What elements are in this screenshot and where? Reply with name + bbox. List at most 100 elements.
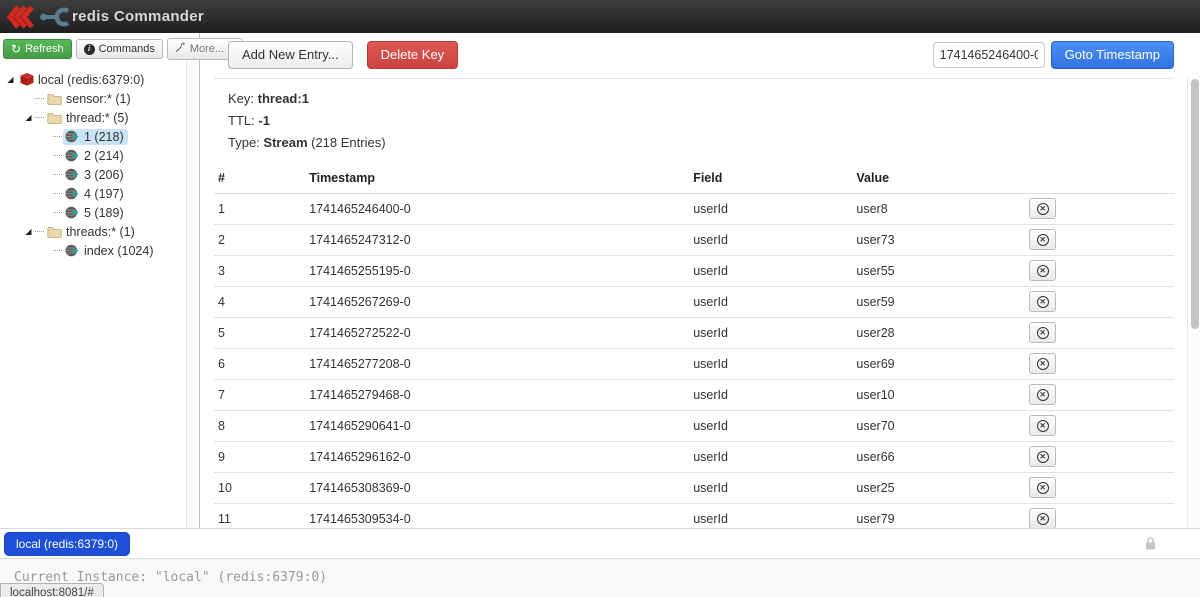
delete-entry-button[interactable]: ✕: [1029, 229, 1056, 250]
tree-node[interactable]: 5 (189): [63, 205, 128, 221]
delete-entry-button[interactable]: ✕: [1029, 415, 1056, 436]
ttl-line: TTL: -1: [228, 113, 1174, 128]
delete-entry-button[interactable]: ✕: [1029, 477, 1056, 498]
entry-number: 3: [214, 255, 305, 286]
tree-item[interactable]: ◢ threads:* (1): [2, 222, 197, 241]
tree-item[interactable]: 3 (206): [2, 165, 197, 184]
ttl-value: -1: [258, 113, 270, 128]
tree-node[interactable]: 2 (214): [63, 148, 128, 164]
entry-timestamp: 1741465309534-0: [305, 503, 689, 528]
entry-value: user10: [852, 379, 1025, 410]
tree-item[interactable]: index (1024): [2, 241, 197, 260]
delete-entry-button[interactable]: ✕: [1029, 198, 1056, 219]
instance-button[interactable]: local (redis:6379:0): [4, 532, 130, 556]
commands-label: Commands: [99, 43, 155, 55]
tree-item-label: index (1024): [84, 244, 154, 258]
stream-icon: [65, 244, 80, 257]
column-header-actions: [1025, 165, 1174, 194]
circle-x-icon: ✕: [1037, 358, 1049, 370]
tree-node[interactable]: local (redis:6379:0): [17, 72, 148, 88]
tree-item[interactable]: sensor:* (1): [2, 89, 197, 108]
stream-icon: [65, 149, 80, 162]
app-body: ↻ Refresh i Commands More... ▾ ◢local (r…: [0, 33, 1200, 528]
column-header: Field: [689, 165, 852, 194]
entry-field: userId: [689, 348, 852, 379]
tree-item[interactable]: 1 (218): [2, 127, 197, 146]
entry-actions: ✕: [1025, 472, 1174, 503]
goto-timestamp-button[interactable]: Goto Timestamp: [1051, 41, 1174, 69]
refresh-button[interactable]: ↻ Refresh: [3, 39, 72, 59]
entry-value: user25: [852, 472, 1025, 503]
tree-item[interactable]: ◢local (redis:6379:0): [2, 70, 197, 89]
tree-node[interactable]: threads:* (1): [45, 224, 139, 240]
delete-key-button[interactable]: Delete Key: [367, 41, 459, 69]
tree-expander-icon[interactable]: ◢: [22, 227, 35, 236]
type-label: Type:: [228, 135, 260, 150]
key-line: Key: thread:1: [228, 91, 1174, 106]
circle-x-icon: ✕: [1037, 513, 1049, 525]
circle-x-icon: ✕: [1037, 265, 1049, 277]
entry-value: user69: [852, 348, 1025, 379]
table-row: 41741465267269-0userIduser59✕: [214, 286, 1174, 317]
entry-value: user8: [852, 193, 1025, 224]
entry-field: userId: [689, 503, 852, 528]
entry-number: 2: [214, 224, 305, 255]
tree-item-label: sensor:* (1): [66, 92, 131, 106]
tree-item[interactable]: 2 (214): [2, 146, 197, 165]
column-header: #: [214, 165, 305, 194]
tree-node[interactable]: 1 (218): [63, 129, 128, 145]
main-scrollbar-thumb[interactable]: [1191, 79, 1199, 329]
type-line: Type: Stream (218 Entries): [228, 135, 1174, 150]
entry-timestamp: 1741465277208-0: [305, 348, 689, 379]
delete-entry-button[interactable]: ✕: [1029, 322, 1056, 343]
sidebar-scrollbar[interactable]: [186, 61, 199, 528]
tree-guide-line: [53, 155, 62, 156]
delete-entry-button[interactable]: ✕: [1029, 353, 1056, 374]
folder-icon: [47, 226, 62, 238]
entry-field: userId: [689, 441, 852, 472]
tree-guide-line: [53, 193, 62, 194]
entry-timestamp: 1741465255195-0: [305, 255, 689, 286]
entry-field: userId: [689, 255, 852, 286]
timestamp-input[interactable]: [933, 42, 1045, 68]
lock-icon: [1143, 536, 1158, 556]
circle-x-icon: ✕: [1037, 296, 1049, 308]
delete-entry-button[interactable]: ✕: [1029, 291, 1056, 312]
folder-icon: [47, 93, 62, 105]
delete-entry-button[interactable]: ✕: [1029, 260, 1056, 281]
tree-node[interactable]: index (1024): [63, 243, 158, 259]
tree-node[interactable]: 4 (197): [63, 186, 128, 202]
entry-actions: ✕: [1025, 503, 1174, 528]
entry-timestamp: 1741465296162-0: [305, 441, 689, 472]
table-row: 11741465246400-0userIduser8✕: [214, 193, 1174, 224]
add-new-entry-button[interactable]: Add New Entry...: [228, 41, 353, 69]
commands-button[interactable]: i Commands: [76, 39, 163, 59]
entry-actions: ✕: [1025, 193, 1174, 224]
entry-number: 8: [214, 410, 305, 441]
tree-item[interactable]: 4 (197): [2, 184, 197, 203]
main-scrollbar-track[interactable]: [1187, 75, 1200, 528]
entry-actions: ✕: [1025, 410, 1174, 441]
info-icon: i: [84, 44, 95, 55]
entry-timestamp: 1741465279468-0: [305, 379, 689, 410]
delete-entry-button[interactable]: ✕: [1029, 384, 1056, 405]
tree-expander-icon[interactable]: ◢: [22, 113, 35, 122]
stream-icon: [65, 168, 80, 181]
stream-entries-table: #TimestampFieldValue 11741465246400-0use…: [214, 165, 1174, 528]
entry-number: 9: [214, 441, 305, 472]
table-header-row: #TimestampFieldValue: [214, 165, 1174, 194]
tree-expander-icon[interactable]: ◢: [4, 75, 17, 84]
tree-node[interactable]: sensor:* (1): [45, 91, 135, 107]
tree-node[interactable]: thread:* (5): [45, 110, 133, 126]
tree-item[interactable]: ◢ thread:* (5): [2, 108, 197, 127]
tree-item[interactable]: 5 (189): [2, 203, 197, 222]
entry-value: user73: [852, 224, 1025, 255]
entry-actions: ✕: [1025, 441, 1174, 472]
table-row: 111741465309534-0userIduser79✕: [214, 503, 1174, 528]
delete-entry-button[interactable]: ✕: [1029, 508, 1056, 528]
entry-number: 11: [214, 503, 305, 528]
delete-entry-button[interactable]: ✕: [1029, 446, 1056, 467]
instance-bar: local (redis:6379:0): [0, 528, 1200, 558]
entry-actions: ✕: [1025, 348, 1174, 379]
tree-node[interactable]: 3 (206): [63, 167, 128, 183]
